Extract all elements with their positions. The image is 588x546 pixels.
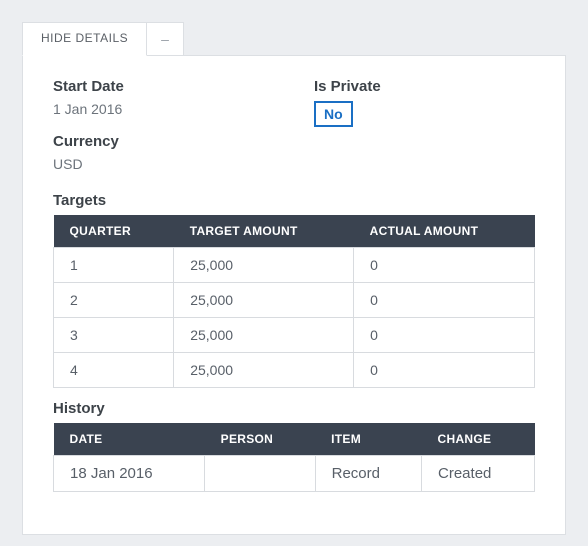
- table-row: 3 25,000 0: [54, 318, 535, 353]
- cell-quarter: 2: [54, 283, 174, 318]
- cell-change: Created: [422, 456, 535, 492]
- right-column: Is Private No: [314, 78, 535, 188]
- cell-actual: 0: [354, 283, 535, 318]
- is-private-badge: No: [314, 101, 353, 127]
- cell-person: [205, 456, 315, 492]
- tab-bar: HIDE DETAILS –: [22, 22, 566, 56]
- start-date-value: 1 Jan 2016: [53, 101, 274, 117]
- col-person: PERSON: [205, 423, 315, 456]
- cell-target: 25,000: [174, 353, 354, 388]
- col-quarter: QUARTER: [54, 215, 174, 248]
- col-target-amount: TARGET AMOUNT: [174, 215, 354, 248]
- tab-hide-details[interactable]: HIDE DETAILS: [22, 22, 147, 56]
- cell-quarter: 4: [54, 353, 174, 388]
- start-date-label: Start Date: [53, 78, 274, 95]
- cell-item: Record: [315, 456, 421, 492]
- currency-label: Currency: [53, 133, 274, 150]
- table-row: 4 25,000 0: [54, 353, 535, 388]
- table-row: 18 Jan 2016 Record Created: [54, 456, 535, 492]
- table-header-row: DATE PERSON ITEM CHANGE: [54, 423, 535, 456]
- table-row: 1 25,000 0: [54, 248, 535, 283]
- col-change: CHANGE: [422, 423, 535, 456]
- cell-quarter: 3: [54, 318, 174, 353]
- cell-target: 25,000: [174, 318, 354, 353]
- cell-quarter: 1: [54, 248, 174, 283]
- col-date: DATE: [54, 423, 205, 456]
- is-private-label: Is Private: [314, 78, 535, 95]
- details-panel: Start Date 1 Jan 2016 Currency USD Is Pr…: [22, 55, 566, 535]
- col-actual-amount: ACTUAL AMOUNT: [354, 215, 535, 248]
- cell-target: 25,000: [174, 283, 354, 318]
- currency-value: USD: [53, 156, 274, 172]
- fields-row: Start Date 1 Jan 2016 Currency USD Is Pr…: [53, 78, 535, 188]
- col-item: ITEM: [315, 423, 421, 456]
- cell-date: 18 Jan 2016: [54, 456, 205, 492]
- left-column: Start Date 1 Jan 2016 Currency USD: [53, 78, 274, 188]
- table-row: 2 25,000 0: [54, 283, 535, 318]
- cell-actual: 0: [354, 353, 535, 388]
- cell-actual: 0: [354, 318, 535, 353]
- tab-collapse[interactable]: –: [146, 22, 184, 56]
- cell-actual: 0: [354, 248, 535, 283]
- table-header-row: QUARTER TARGET AMOUNT ACTUAL AMOUNT: [54, 215, 535, 248]
- history-title: History: [53, 400, 535, 417]
- cell-target: 25,000: [174, 248, 354, 283]
- targets-title: Targets: [53, 192, 535, 209]
- history-table: DATE PERSON ITEM CHANGE 18 Jan 2016 Reco…: [53, 423, 535, 492]
- targets-table: QUARTER TARGET AMOUNT ACTUAL AMOUNT 1 25…: [53, 215, 535, 388]
